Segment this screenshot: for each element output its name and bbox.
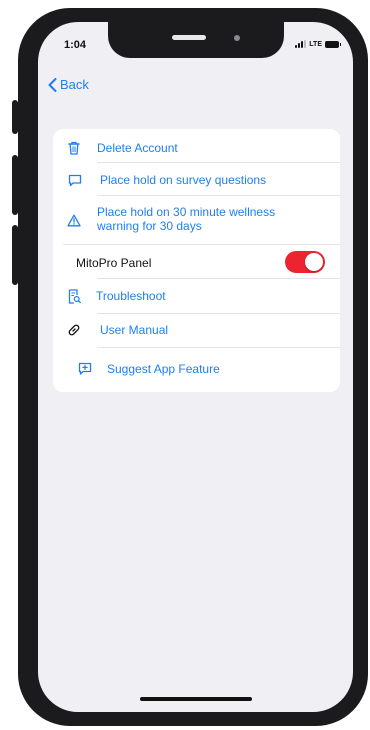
- notch: [108, 22, 284, 58]
- phone-screen: 1:04 LTE Back Delete Account Place hold …: [38, 22, 353, 712]
- trash-icon: [66, 140, 82, 156]
- row-divider: [63, 244, 340, 245]
- signal-icon: [295, 40, 307, 48]
- device-mockup: 1:04 LTE Back Delete Account Place hold …: [0, 0, 370, 730]
- hold-wellness-label-line1: Place hold on 30 minute wellness: [97, 205, 276, 219]
- home-indicator: [140, 697, 252, 701]
- row-divider: [97, 313, 340, 314]
- mitopro-panel-toggle[interactable]: [285, 251, 325, 273]
- mitopro-panel-label: MitoPro Panel: [76, 256, 152, 270]
- status-indicators: LTE: [295, 40, 341, 48]
- user-manual-label: User Manual: [100, 323, 169, 337]
- user-manual-row[interactable]: User Manual: [53, 318, 340, 342]
- row-divider: [97, 195, 340, 196]
- message-icon: [67, 172, 83, 188]
- network-type: LTE: [309, 40, 322, 48]
- troubleshoot-label: Troubleshoot: [96, 289, 166, 303]
- back-label: Back: [60, 77, 89, 92]
- warning-icon: [66, 212, 82, 228]
- message-plus-icon: [77, 361, 93, 377]
- back-button[interactable]: Back: [48, 77, 89, 92]
- document-search-icon: [66, 288, 82, 304]
- front-camera: [234, 35, 240, 41]
- link-icon: [66, 322, 82, 338]
- troubleshoot-row[interactable]: Troubleshoot: [53, 284, 340, 308]
- hold-survey-row[interactable]: Place hold on survey questions: [53, 168, 340, 192]
- delete-account-label: Delete Account: [97, 141, 178, 155]
- toggle-knob: [305, 253, 323, 271]
- status-time: 1:04: [64, 39, 87, 51]
- suggest-feature-label: Suggest App Feature: [107, 362, 220, 376]
- settings-card: Delete Account Place hold on survey ques…: [53, 129, 340, 392]
- hold-survey-label: Place hold on survey questions: [100, 173, 267, 187]
- row-divider: [97, 162, 340, 163]
- suggest-feature-row[interactable]: Suggest App Feature: [53, 357, 340, 381]
- row-divider: [97, 278, 340, 279]
- chevron-left-icon: [48, 77, 57, 92]
- row-divider: [97, 347, 340, 348]
- battery-icon: [325, 40, 341, 48]
- delete-account-row[interactable]: Delete Account: [53, 137, 340, 159]
- hold-wellness-label-line2: warning for 30 days: [97, 219, 202, 233]
- hold-wellness-row[interactable]: Place hold on 30 minute wellness warning…: [53, 201, 340, 239]
- speaker-grille: [172, 35, 206, 40]
